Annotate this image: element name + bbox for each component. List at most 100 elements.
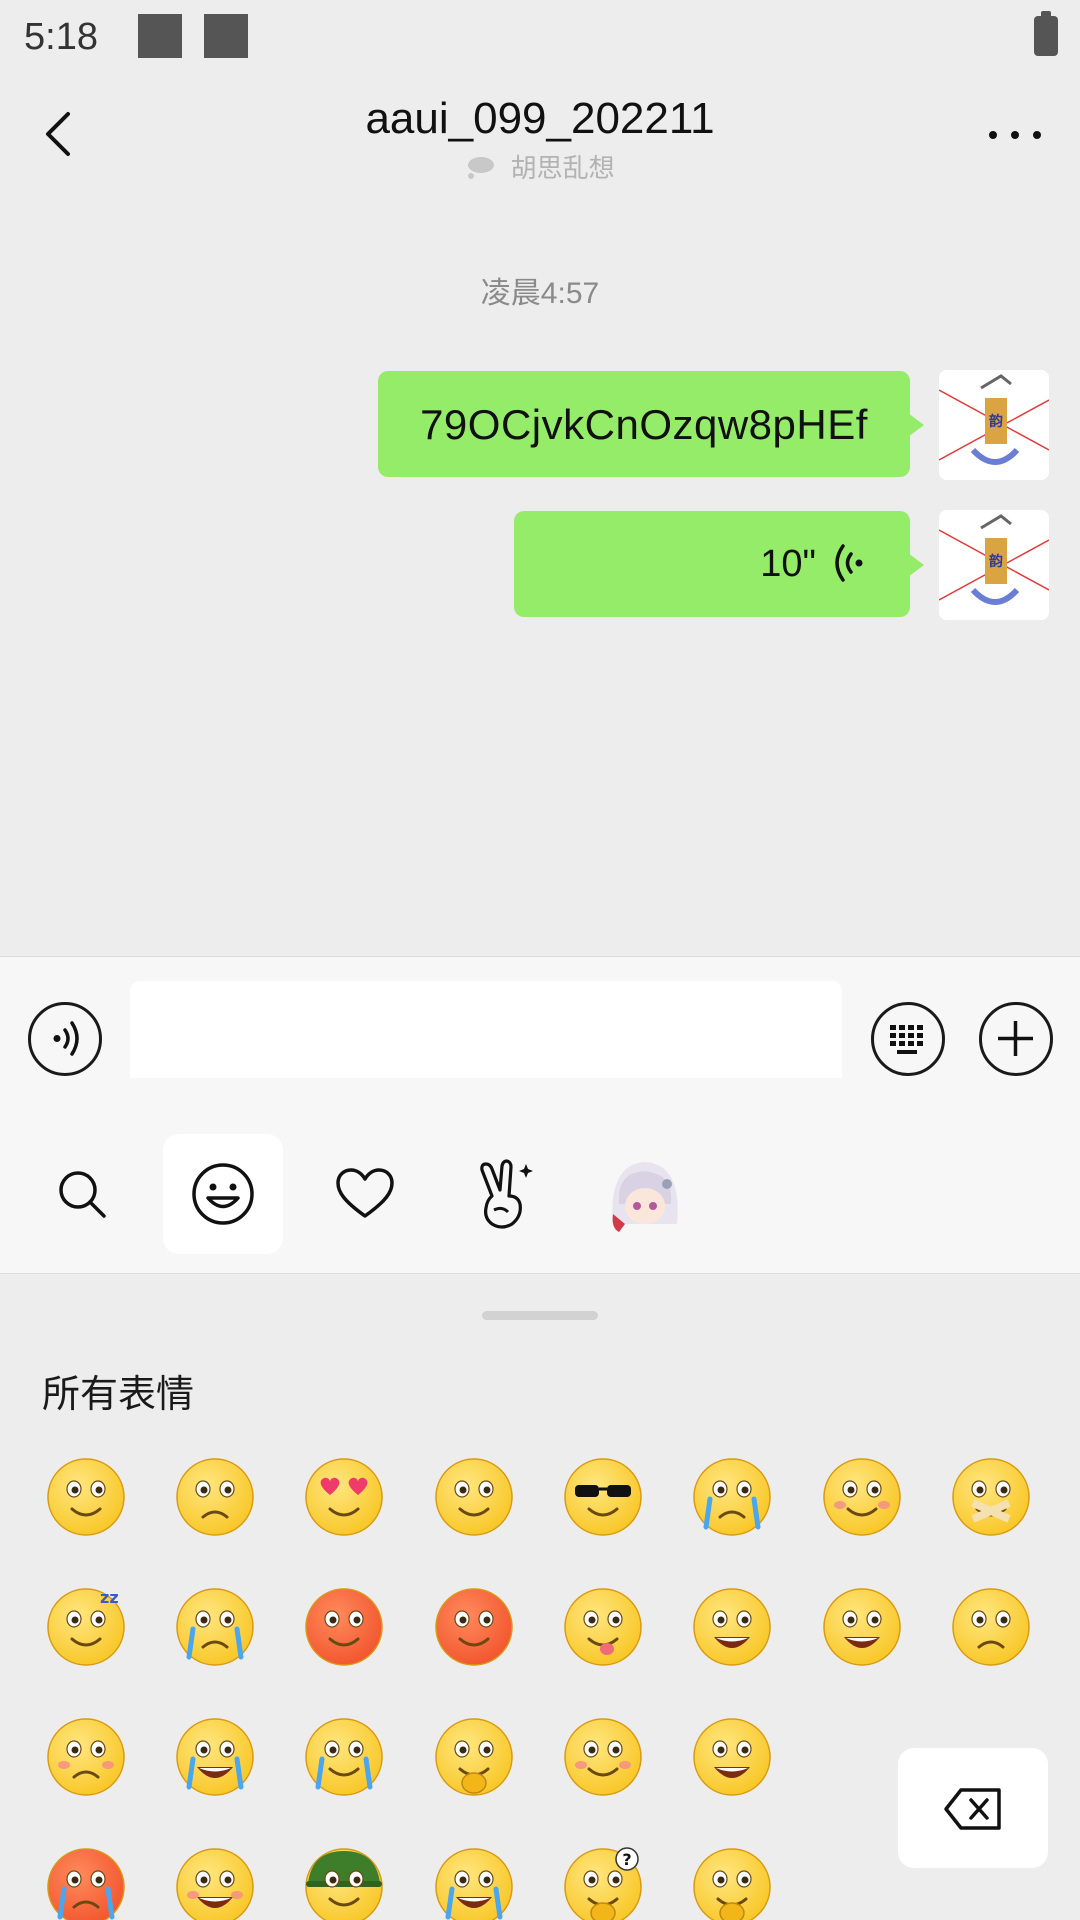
panel-drag-handle[interactable] xyxy=(482,1311,598,1320)
svg-text:韵: 韵 xyxy=(989,413,1003,430)
emoji-shy[interactable] xyxy=(822,1457,902,1537)
tab-search[interactable] xyxy=(22,1134,142,1254)
avatar[interactable]: 韵 xyxy=(939,510,1049,620)
emoji-sad[interactable] xyxy=(951,1587,1031,1667)
emoji-soldier[interactable] xyxy=(304,1847,384,1920)
voice-wave-icon xyxy=(835,544,863,582)
emoji-face xyxy=(47,1848,125,1920)
emoji-section-title: 所有表情 xyxy=(42,1374,195,1416)
emoji-shocked[interactable] xyxy=(434,1457,514,1537)
svg-text:?: ? xyxy=(622,1850,631,1869)
search-icon xyxy=(59,1171,106,1218)
status-bar: 5:18 xyxy=(0,0,1080,76)
emoji-rage[interactable] xyxy=(434,1587,514,1667)
sticker-tabs xyxy=(0,1078,1080,1274)
more-options-icon[interactable] xyxy=(980,110,1050,160)
emoji-smile[interactable] xyxy=(46,1457,126,1537)
emoji-face xyxy=(693,1458,771,1536)
input-bar xyxy=(0,956,1080,1089)
emoji-sick[interactable] xyxy=(304,1717,384,1797)
emoji-face xyxy=(176,1848,254,1920)
emoji-face xyxy=(435,1848,513,1920)
message-timestamp: 凌晨4:57 xyxy=(480,277,600,310)
tab-custom-sticker[interactable] xyxy=(585,1134,705,1254)
avatar-image: 韵 xyxy=(939,510,1049,620)
emoji-face xyxy=(823,1588,901,1666)
chat-status: 胡思乱想 xyxy=(0,148,1080,185)
delete-button[interactable] xyxy=(898,1748,1048,1868)
emoji-grin[interactable] xyxy=(692,1587,772,1667)
smiley-icon xyxy=(192,1163,254,1225)
emoji-face xyxy=(693,1718,771,1796)
emoji-sleep[interactable]: zz xyxy=(46,1587,126,1667)
victory-hand-icon xyxy=(480,1159,533,1229)
emoji-face xyxy=(435,1718,513,1796)
chat-header: aaui_099_202211 胡思乱想 xyxy=(0,76,1080,206)
message-input[interactable] xyxy=(130,981,842,1089)
emoji-happy[interactable] xyxy=(175,1847,255,1920)
emoji-face xyxy=(47,1458,125,1536)
emoji-face xyxy=(693,1588,771,1666)
add-more-button[interactable] xyxy=(979,1002,1053,1076)
voice-input-icon xyxy=(53,1021,79,1056)
emoji-face xyxy=(47,1718,125,1796)
emoji-face xyxy=(305,1458,383,1536)
chat-status-text: 胡思乱想 xyxy=(510,153,615,183)
emoji-face xyxy=(564,1718,642,1796)
emoji-face xyxy=(435,1458,513,1536)
emoji-crying[interactable] xyxy=(692,1457,772,1537)
svg-text:韵: 韵 xyxy=(989,553,1003,570)
emoji-shut-up[interactable] xyxy=(951,1457,1031,1537)
emoji-face xyxy=(176,1458,254,1536)
emoji-blush[interactable] xyxy=(563,1717,643,1797)
emoji-face xyxy=(823,1458,901,1536)
emoji-face: zz xyxy=(47,1588,125,1666)
emoji-wow[interactable] xyxy=(692,1717,772,1797)
emoji-face xyxy=(564,1458,642,1536)
avatar[interactable]: 韵 xyxy=(939,370,1049,480)
emoji-face xyxy=(952,1458,1030,1536)
emoji-face xyxy=(952,1588,1030,1666)
svg-text:zz: zz xyxy=(100,1588,119,1607)
emoji-panel: 所有表情 zz? xyxy=(0,1275,1080,1920)
emoji-face xyxy=(305,1848,383,1920)
notification-icon xyxy=(138,14,182,58)
avatar-image: 韵 xyxy=(939,370,1049,480)
emoji-face: ? xyxy=(564,1847,642,1920)
voice-message-bubble[interactable]: 10" xyxy=(514,511,924,617)
anime-avatar-icon xyxy=(612,1162,678,1232)
keyboard-button[interactable] xyxy=(871,1002,945,1076)
emoji-crying-laugh[interactable] xyxy=(434,1847,514,1920)
notification-icon xyxy=(204,14,248,58)
emoji-tongue[interactable] xyxy=(563,1587,643,1667)
heart-icon xyxy=(336,1168,394,1218)
tab-emoji[interactable] xyxy=(163,1134,283,1254)
emoji-face-palm[interactable] xyxy=(434,1717,514,1797)
tab-stickers[interactable] xyxy=(445,1134,565,1254)
emoji-face xyxy=(564,1588,642,1666)
emoji-tears[interactable] xyxy=(175,1587,255,1667)
voice-duration: 10" xyxy=(760,543,816,585)
emoji-face xyxy=(693,1848,771,1920)
emoji-embarrassed[interactable] xyxy=(46,1717,126,1797)
chat-title: aaui_099_202211 xyxy=(365,94,715,143)
text-message-bubble[interactable]: 79OCjvkCnOzqw8pHEf xyxy=(378,371,924,477)
emoji-terrified[interactable] xyxy=(46,1847,126,1920)
emoji-face xyxy=(305,1588,383,1666)
emoji-heart-eyes[interactable] xyxy=(304,1457,384,1537)
emoji-surprised[interactable] xyxy=(822,1587,902,1667)
emoji-angry-flushed[interactable] xyxy=(304,1587,384,1667)
tab-favorites[interactable] xyxy=(305,1134,425,1254)
emoji-question[interactable]: ? xyxy=(563,1847,643,1920)
keyboard-icon xyxy=(890,1025,923,1054)
plus-icon xyxy=(998,1021,1033,1056)
emoji-face xyxy=(435,1588,513,1666)
message-text: 79OCjvkCnOzqw8pHEf xyxy=(420,401,868,448)
emoji-laugh-cry[interactable] xyxy=(175,1717,255,1797)
emoji-awkward[interactable] xyxy=(175,1457,255,1537)
emoji-hush[interactable] xyxy=(692,1847,772,1920)
status-bubble-icon xyxy=(468,157,495,179)
voice-input-button[interactable] xyxy=(28,1002,102,1076)
battery-icon xyxy=(1034,11,1058,56)
emoji-cool[interactable] xyxy=(563,1457,643,1537)
